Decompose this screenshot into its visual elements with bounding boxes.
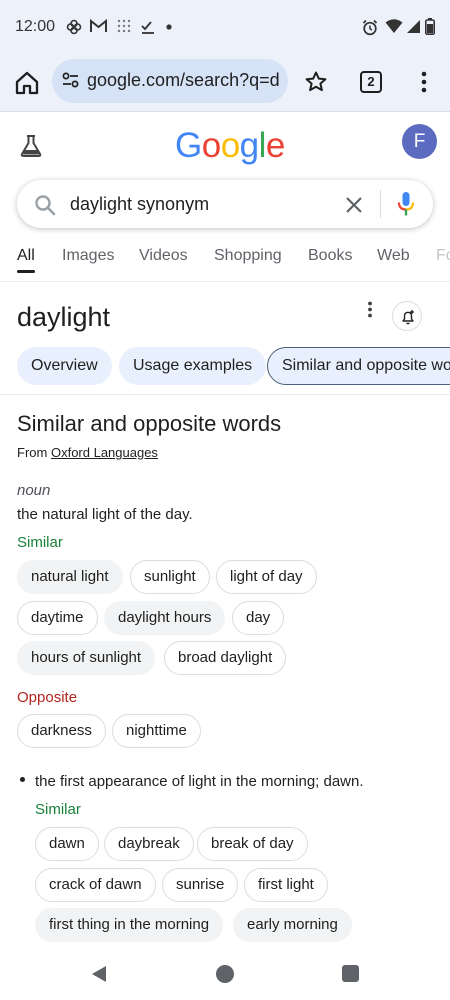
site-settings-icon[interactable]: [62, 72, 79, 88]
tab-shopping[interactable]: Shopping: [214, 247, 282, 265]
tabs-divider: [0, 281, 450, 282]
definition-1: the natural light of the day.: [17, 506, 193, 523]
cellular-signal-icon: [407, 20, 420, 33]
source-link[interactable]: Oxford Languages: [51, 445, 158, 460]
pill-similar-opposite[interactable]: Similar and opposite wo: [267, 347, 450, 385]
opposite-label: Opposite: [17, 689, 78, 706]
tab-more[interactable]: Fo: [436, 247, 450, 265]
system-nav-bar: [0, 948, 450, 1000]
synonym-chip[interactable]: early morning: [233, 908, 352, 942]
synonym-chip[interactable]: first thing in the morning: [35, 908, 224, 942]
recents-button[interactable]: [342, 965, 359, 982]
tab-switcher-button[interactable]: 2: [360, 71, 382, 93]
logo-letter: l: [258, 126, 267, 165]
back-icon[interactable]: [90, 965, 108, 983]
section-pills: Overview Usage examples Similar and oppo…: [0, 347, 450, 387]
bookmark-star-icon[interactable]: [304, 70, 328, 94]
more-vert-icon[interactable]: [414, 70, 434, 94]
logo-letter: e: [265, 126, 285, 165]
similar-label-2: Similar: [35, 801, 81, 818]
logo-letter: o: [201, 126, 221, 165]
logo-letter: G: [175, 126, 202, 165]
battery-icon: [425, 18, 435, 35]
gmail-icon: [90, 19, 107, 32]
alarm-icon: [362, 19, 378, 36]
similar-label-1: Similar: [17, 534, 63, 551]
close-icon[interactable]: [344, 195, 364, 215]
synonym-chip[interactable]: day: [232, 601, 285, 635]
logo-letter: o: [220, 126, 240, 165]
pinwheel-icon: [66, 19, 82, 35]
microphone-icon[interactable]: [397, 191, 415, 217]
tab-books[interactable]: Books: [308, 247, 352, 265]
source-attribution: From Oxford Languages: [17, 445, 158, 460]
search-input[interactable]: daylight synonym: [70, 194, 209, 215]
synonym-chip[interactable]: daybreak: [104, 827, 194, 861]
tab-active-indicator: [17, 270, 35, 273]
antonym-chip[interactable]: nighttime: [112, 714, 201, 748]
synonym-chip[interactable]: light of day: [216, 560, 317, 594]
logo-letter: g: [239, 126, 259, 165]
knowledge-title: daylight: [17, 302, 111, 332]
section-divider: [0, 394, 450, 395]
search-icon: [35, 195, 56, 216]
browser-toolbar: google.com/search?q=d 2: [0, 56, 450, 112]
synonym-chip[interactable]: daytime: [17, 601, 98, 635]
part-of-speech: noun: [17, 482, 51, 499]
search-tabs: All Images Videos Shopping Books Web Fo: [0, 244, 450, 280]
more-options-icon[interactable]: [360, 300, 380, 320]
notification-follow-button[interactable]: [392, 301, 422, 331]
tab-images[interactable]: Images: [62, 247, 114, 265]
synonym-chip[interactable]: dawn: [35, 827, 99, 861]
status-time: 12:00: [15, 18, 56, 35]
source-prefix: From: [17, 445, 48, 460]
pill-usage-examples[interactable]: Usage examples: [119, 347, 267, 385]
address-bar[interactable]: google.com/search?q=d: [52, 59, 288, 103]
home-nav-button[interactable]: [216, 965, 234, 983]
tab-web[interactable]: Web: [377, 247, 410, 265]
google-logo[interactable]: Google: [175, 126, 285, 166]
wifi-icon: [385, 19, 403, 33]
synonym-chip[interactable]: hours of sunlight: [17, 641, 156, 675]
synonym-chip[interactable]: sunrise: [162, 868, 239, 902]
tab-all[interactable]: All: [17, 247, 35, 265]
labs-flask-icon[interactable]: [18, 133, 44, 159]
synonym-chip[interactable]: daylight hours: [104, 601, 226, 635]
bell-plus-icon: [402, 310, 414, 325]
antonym-chip[interactable]: darkness: [17, 714, 106, 748]
url-text: google.com/search?q=d: [87, 70, 280, 90]
synonym-chip[interactable]: natural light: [17, 560, 123, 594]
section-title: Similar and opposite words: [17, 411, 282, 436]
task-check-icon: [141, 21, 154, 34]
home-icon[interactable]: [12, 68, 42, 98]
apps-grid-icon: [117, 19, 131, 33]
synonym-chip[interactable]: first light: [244, 868, 328, 902]
definition-2: the first appearance of light in the mor…: [35, 773, 364, 790]
synonym-chip[interactable]: crack of dawn: [35, 868, 156, 902]
tab-videos[interactable]: Videos: [139, 247, 188, 265]
synonym-chip[interactable]: break of day: [197, 827, 308, 861]
search-divider: [380, 190, 381, 218]
bullet-icon: [20, 777, 25, 782]
synonym-chip[interactable]: sunlight: [130, 560, 210, 594]
status-bar: 12:00: [0, 0, 450, 56]
notification-dot-icon: [166, 24, 172, 30]
search-box[interactable]: daylight synonym: [17, 180, 433, 228]
pill-overview[interactable]: Overview: [17, 347, 112, 385]
avatar[interactable]: F: [402, 124, 437, 159]
synonym-chip[interactable]: broad daylight: [164, 641, 287, 675]
